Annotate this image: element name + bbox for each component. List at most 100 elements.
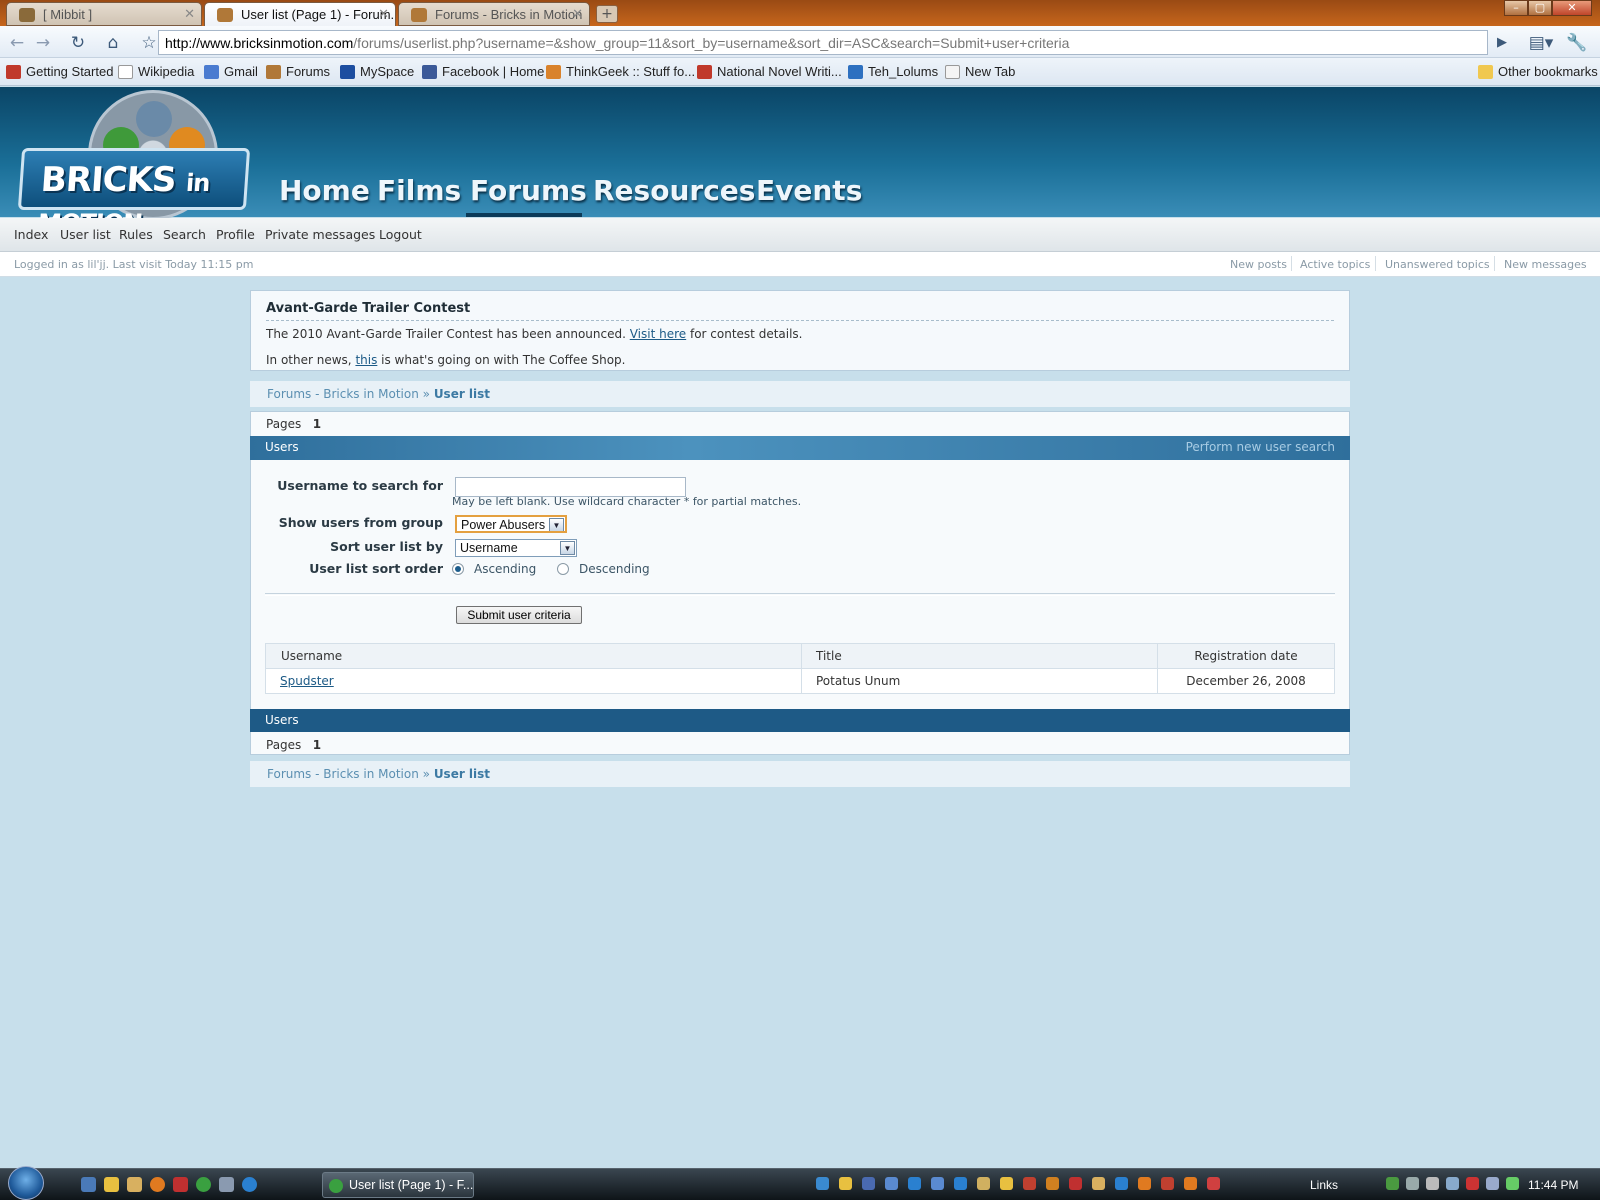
- tray-icon[interactable]: [1115, 1177, 1128, 1190]
- tray-icon[interactable]: [1486, 1177, 1499, 1190]
- descending-radio[interactable]: [557, 563, 569, 575]
- status-link-new-posts[interactable]: New posts: [1230, 258, 1287, 271]
- breadcrumb-current[interactable]: User list: [434, 387, 490, 401]
- home-folder-icon[interactable]: [127, 1177, 142, 1192]
- tray-icon[interactable]: [954, 1177, 967, 1190]
- status-link-unanswered-topics[interactable]: Unanswered topics: [1385, 258, 1490, 271]
- main-nav-events[interactable]: Events: [756, 174, 862, 207]
- start-button-icon[interactable]: [8, 1166, 44, 1200]
- bookmark-nanowrimo[interactable]: National Novel Writi...: [697, 64, 842, 80]
- main-nav-resources[interactable]: Resources: [593, 174, 755, 207]
- app-icon[interactable]: [173, 1177, 188, 1192]
- user-profile-link[interactable]: Spudster: [280, 674, 334, 688]
- browser-tab-mibbit[interactable]: [ Mibbit ] ✕: [6, 2, 202, 26]
- wrench-menu-icon[interactable]: 🔧: [1562, 33, 1592, 53]
- bookmark-star-icon[interactable]: ☆: [138, 33, 160, 53]
- subnav-profile[interactable]: Profile: [216, 227, 255, 242]
- forward-arrow-icon[interactable]: →: [32, 33, 54, 53]
- tray-icon[interactable]: [1092, 1177, 1105, 1190]
- chrome-icon[interactable]: [196, 1177, 211, 1192]
- bookmark-firefox[interactable]: Getting Started: [6, 64, 113, 80]
- tray-icon[interactable]: [977, 1177, 990, 1190]
- subnav-user-list[interactable]: User list: [60, 227, 111, 242]
- this-link[interactable]: this: [355, 353, 377, 367]
- tray-icon[interactable]: [908, 1177, 921, 1190]
- page-menu-icon[interactable]: ▤▾: [1526, 33, 1556, 53]
- go-arrow-icon[interactable]: ▶: [1491, 33, 1513, 53]
- tray-icon[interactable]: [1426, 1177, 1439, 1190]
- visit-here-link[interactable]: Visit here: [630, 327, 686, 341]
- group-select[interactable]: Power Abusers ▼: [455, 515, 567, 533]
- tray-icon[interactable]: [1000, 1177, 1013, 1190]
- tray-icon[interactable]: [816, 1177, 829, 1190]
- new-tab-button[interactable]: +: [596, 5, 618, 23]
- tray-icon[interactable]: [862, 1177, 875, 1190]
- tray-icon[interactable]: [1386, 1177, 1399, 1190]
- subnav-index[interactable]: Index: [14, 227, 48, 242]
- new-user-search-link[interactable]: Perform new user search: [1186, 440, 1335, 454]
- tray-icon[interactable]: [1466, 1177, 1479, 1190]
- firefox-icon[interactable]: [150, 1177, 165, 1192]
- status-link-active-topics[interactable]: Active topics: [1300, 258, 1370, 271]
- app-icon[interactable]: [219, 1177, 234, 1192]
- tray-icon[interactable]: [1138, 1177, 1151, 1190]
- tray-icon[interactable]: [885, 1177, 898, 1190]
- submit-criteria-button[interactable]: Submit user criteria: [456, 606, 582, 624]
- internet-explorer-icon[interactable]: [242, 1177, 257, 1192]
- sort-by-select[interactable]: Username ▼: [455, 539, 577, 557]
- breadcrumb-current[interactable]: User list: [434, 767, 490, 781]
- column-header-username[interactable]: Username: [265, 643, 802, 669]
- column-header-title[interactable]: Title: [801, 643, 1158, 669]
- maximize-window-button[interactable]: ▢: [1528, 0, 1552, 16]
- main-nav-forums[interactable]: Forums: [470, 174, 587, 207]
- close-tab-icon[interactable]: ✕: [572, 6, 583, 22]
- bookmark-globe[interactable]: Teh_Lolums: [848, 64, 938, 80]
- tray-icon[interactable]: [1161, 1177, 1174, 1190]
- subnav-private-messages[interactable]: Private messages: [265, 227, 375, 242]
- browser-tab-forums[interactable]: Forums - Bricks in Motion ✕: [398, 2, 590, 26]
- tray-icon[interactable]: [1207, 1177, 1220, 1190]
- tray-icon[interactable]: [1506, 1177, 1519, 1190]
- other-bookmarks-folder[interactable]: Other bookmarks: [1478, 64, 1598, 80]
- subnav-rules[interactable]: Rules: [119, 227, 153, 242]
- tray-icon[interactable]: [931, 1177, 944, 1190]
- bookmark-thinkgeek[interactable]: ThinkGeek :: Stuff fo...: [546, 64, 695, 80]
- bookmark-forum[interactable]: Forums: [266, 64, 330, 80]
- tray-icon[interactable]: [839, 1177, 852, 1190]
- main-nav-films[interactable]: Films: [377, 174, 461, 207]
- links-toolbar-label[interactable]: Links: [1310, 1178, 1338, 1192]
- explorer-icon[interactable]: [104, 1177, 119, 1192]
- status-link-new-messages[interactable]: New messages: [1504, 258, 1587, 271]
- subnav-search[interactable]: Search: [163, 227, 206, 242]
- bookmark-page[interactable]: New Tab: [945, 64, 1015, 80]
- breadcrumb-root-link[interactable]: Forums - Bricks in Motion: [267, 767, 419, 781]
- taskbar-window-chrome[interactable]: User list (Page 1) - F...: [322, 1172, 474, 1198]
- breadcrumb-root-link[interactable]: Forums - Bricks in Motion: [267, 387, 419, 401]
- tray-icon[interactable]: [1446, 1177, 1459, 1190]
- home-icon[interactable]: ⌂: [102, 33, 124, 53]
- system-clock[interactable]: 11:44 PM: [1528, 1178, 1578, 1192]
- close-window-button[interactable]: ✕: [1552, 0, 1592, 16]
- address-bar[interactable]: http://www.bricksinmotion.com/forums/use…: [158, 30, 1488, 55]
- browser-tab-user-list[interactable]: User list (Page 1) - Forum... ✕: [204, 2, 396, 27]
- tray-icon[interactable]: [1406, 1177, 1419, 1190]
- subnav-logout[interactable]: Logout: [379, 227, 422, 242]
- bookmark-facebook[interactable]: Facebook | Home: [422, 64, 544, 80]
- column-header-registration-date[interactable]: Registration date: [1157, 643, 1335, 669]
- tray-icon[interactable]: [1023, 1177, 1036, 1190]
- show-desktop-icon[interactable]: [81, 1177, 96, 1192]
- main-nav-home[interactable]: Home: [279, 174, 370, 207]
- reload-icon[interactable]: ↻: [67, 33, 89, 53]
- bookmark-wikipedia[interactable]: Wikipedia: [118, 64, 194, 80]
- back-arrow-icon[interactable]: ←: [6, 33, 28, 53]
- bookmark-gmail[interactable]: Gmail: [204, 64, 258, 80]
- username-search-input[interactable]: [455, 477, 686, 497]
- minimize-window-button[interactable]: –: [1504, 0, 1528, 16]
- tray-icon[interactable]: [1069, 1177, 1082, 1190]
- tray-icon[interactable]: [1046, 1177, 1059, 1190]
- tray-icon[interactable]: [1184, 1177, 1197, 1190]
- close-tab-icon[interactable]: ✕: [378, 6, 389, 22]
- bookmark-myspace[interactable]: MySpace: [340, 64, 414, 80]
- ascending-radio[interactable]: [452, 563, 464, 575]
- site-logo[interactable]: BRICKS in MOTION: [17, 148, 251, 237]
